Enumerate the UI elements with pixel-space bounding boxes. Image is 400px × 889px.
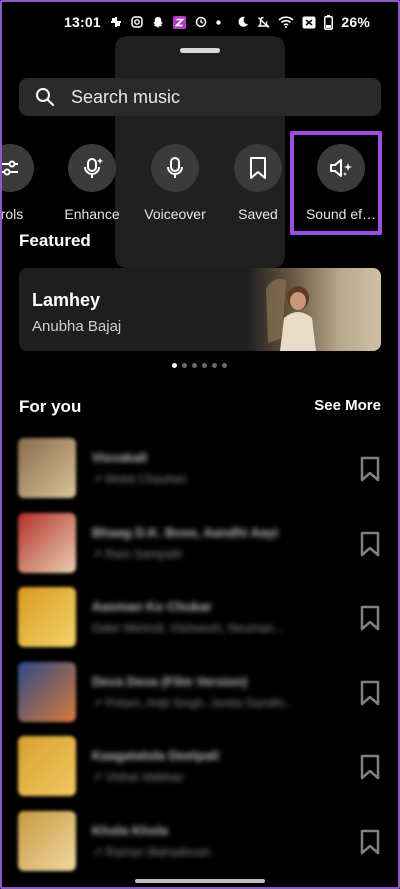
song-artist: ↗ Ram Sampath — [92, 546, 183, 561]
song-title: Visvakali — [92, 450, 148, 465]
featured-card[interactable]: Lamhey Anubha Bajaj — [19, 268, 381, 351]
bookmark-icon — [234, 144, 282, 192]
controls-icon — [0, 144, 34, 192]
wifi-icon — [278, 16, 294, 28]
save-bookmark-icon[interactable] — [358, 679, 382, 707]
highlight-annotation — [290, 131, 382, 235]
carousel-dot[interactable] — [192, 363, 197, 368]
song-artwork — [18, 438, 76, 498]
tool-label: Voiceover — [144, 206, 206, 222]
microphone-icon — [151, 144, 199, 192]
featured-song-title: Lamhey — [32, 290, 101, 310]
song-row[interactable]: Khola Khola ↗ Raman Mahadevan — [18, 810, 388, 873]
save-bookmark-icon[interactable] — [358, 455, 382, 483]
notification-dot-icon — [216, 19, 221, 25]
song-artist: Daler Mehndi, Vishwesh, Neuman... — [92, 621, 284, 635]
tool-voiceover[interactable]: Voiceover — [135, 144, 215, 222]
song-artist: ↗ Pritam, Arijit Singh, Jonita Gandhi... — [92, 695, 295, 710]
mute-icon — [257, 16, 271, 29]
carousel-dots — [172, 363, 227, 368]
sheet-drag-handle[interactable] — [180, 48, 220, 53]
enhance-icon — [68, 144, 116, 192]
song-title: Bhaag D.K. Bose, Aandhi Aayi — [92, 524, 279, 540]
song-artist: ↗ Raman Mahadevan — [92, 844, 211, 859]
sim-off-icon — [302, 16, 316, 29]
song-row[interactable]: Bhaag D.K. Bose, Aandhi Aayi ↗ Ram Sampat… — [18, 512, 388, 575]
featured-artwork — [246, 268, 381, 351]
song-artist: ↗ Mohit Chauhan — [92, 472, 187, 486]
carousel-dot[interactable] — [182, 363, 187, 368]
song-row[interactable]: Aasman Ko Chukar Daler Mehndi, Vishwesh, … — [18, 587, 388, 649]
carousel-dot[interactable] — [202, 363, 207, 368]
featured-heading: Featured — [19, 231, 91, 250]
save-bookmark-icon[interactable] — [358, 604, 382, 632]
song-artwork — [18, 512, 76, 573]
song-artwork — [18, 661, 76, 722]
battery-percent: 26% — [341, 14, 370, 30]
song-artwork — [18, 810, 76, 871]
snapchat-icon — [152, 16, 164, 29]
tool-saved[interactable]: Saved — [218, 144, 298, 222]
instagram-icon — [131, 16, 143, 28]
song-title: Khola Khola — [92, 822, 168, 838]
search-input[interactable]: Search music — [19, 78, 381, 116]
z-app-icon — [172, 15, 186, 29]
save-bookmark-icon[interactable] — [358, 828, 382, 856]
carousel-dot[interactable] — [212, 363, 217, 368]
song-title: Deva Deva (Film Version) — [92, 673, 248, 689]
see-more-link[interactable]: See More — [314, 397, 381, 414]
tool-label: Enhance — [64, 206, 120, 222]
tool-enhance[interactable]: Enhance — [52, 144, 132, 222]
dnd-moon-icon — [237, 16, 249, 28]
search-icon — [35, 87, 55, 107]
song-artwork — [18, 736, 76, 796]
status-time: 13:01 — [64, 14, 101, 30]
save-bookmark-icon[interactable] — [358, 530, 382, 558]
home-indicator[interactable] — [135, 879, 265, 883]
battery-icon — [324, 14, 334, 30]
song-artist: ↗ Vishal Vaibhav — [92, 770, 184, 784]
song-row[interactable]: Kaagatalola Deetpali ↗ Vishal Vaibhav — [18, 736, 388, 798]
song-title: Kaagatalola Deetpali — [92, 748, 220, 763]
for-you-heading: For you — [19, 397, 82, 416]
search-placeholder: Search music — [71, 86, 181, 107]
song-artwork — [18, 587, 76, 647]
slack-icon — [110, 16, 122, 28]
sync-icon — [195, 16, 207, 28]
song-row[interactable]: Visvakali ↗ Mohit Chauhan — [18, 438, 388, 500]
tool-label: trols — [0, 206, 24, 222]
save-bookmark-icon[interactable] — [358, 753, 382, 781]
tool-controls[interactable]: trols — [0, 144, 50, 222]
song-title: Aasman Ko Chukar — [92, 599, 212, 614]
song-row[interactable]: Deva Deva (Film Version) ↗ Pritam, Arijit… — [18, 661, 388, 724]
tool-label: Saved — [238, 206, 278, 222]
featured-artist: Anubha Bajaj — [32, 318, 122, 335]
carousel-dot[interactable] — [222, 363, 227, 368]
carousel-dot[interactable] — [172, 363, 177, 368]
